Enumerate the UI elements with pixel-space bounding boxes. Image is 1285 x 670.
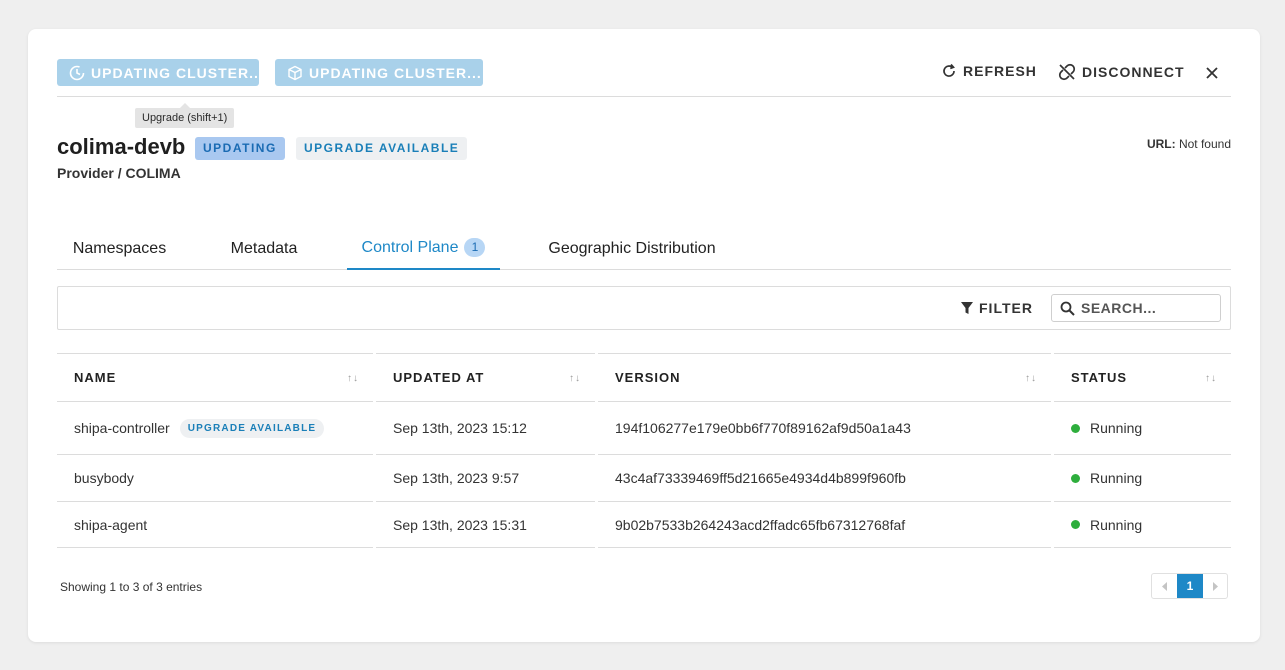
update-cluster-label: UPDATING CLUSTER... — [309, 64, 482, 81]
disconnect-label: DISCONNECT — [1082, 64, 1185, 80]
chevron-left-icon — [1161, 581, 1167, 591]
tab-geographic-distribution[interactable]: Geographic Distribution — [532, 227, 732, 270]
row-name: shipa-agent — [74, 516, 148, 533]
updated-cell: Sep 13th, 2023 9:57 — [376, 455, 595, 502]
name-cell: busybody — [57, 455, 373, 502]
status-dot-icon — [1071, 423, 1080, 433]
row-name: busybody — [74, 470, 134, 486]
upgrade-cluster-label: UPDATING CLUSTER.. — [91, 64, 259, 81]
update-cluster-button[interactable]: UPDATING CLUSTER... — [275, 59, 483, 86]
refresh-label: REFRESH — [963, 63, 1037, 79]
search-input[interactable] — [1081, 300, 1211, 316]
tab-bar: Namespaces Metadata Control Plane 1 Geogr… — [57, 227, 1231, 270]
filter-bar: FILTER — [57, 286, 1231, 330]
disconnect-button[interactable]: DISCONNECT — [1058, 63, 1185, 81]
provider-label: Provider / COLIMA — [57, 165, 181, 181]
status-text: Running — [1090, 516, 1143, 533]
refresh-button[interactable]: REFRESH — [941, 63, 1037, 79]
status-cell: Running — [1054, 455, 1231, 502]
upgrade-available-badge: UPGRADE AVAILABLE — [296, 137, 468, 160]
column-header-name[interactable]: NAME ↑↓ — [57, 353, 373, 402]
table-row[interactable]: busybody Sep 13th, 2023 9:57 43c4af73339… — [57, 455, 1231, 502]
version-cell: 9b02b7533b264243acd2ffadc65fb67312768faf — [598, 502, 1051, 548]
status-badge: UPDATING — [195, 137, 285, 160]
status-cell: Running — [1054, 502, 1231, 548]
status-cell: Running — [1054, 402, 1231, 455]
column-header-updated-at[interactable]: UPDATED AT ↑↓ — [376, 353, 595, 402]
entries-summary: Showing 1 to 3 of 3 entries — [60, 580, 203, 594]
column-header-status[interactable]: STATUS ↑↓ — [1054, 353, 1231, 402]
header-label: NAME — [74, 370, 117, 385]
unlink-icon — [1058, 63, 1076, 81]
name-cell: shipa-controller UPGRADE AVAILABLE — [57, 402, 373, 455]
header-label: VERSION — [615, 370, 681, 385]
status-text: Running — [1090, 470, 1143, 486]
sort-icon[interactable]: ↑↓ — [347, 373, 359, 384]
version-cell: 194f106277e179e0bb6f770f89162af9d50a1a43 — [598, 402, 1051, 455]
search-icon — [1060, 301, 1075, 316]
name-cell: shipa-agent — [57, 502, 373, 548]
upgrade-cluster-button[interactable]: UPDATING CLUSTER.. — [57, 59, 259, 86]
url-info: URL: Not found — [1147, 137, 1231, 151]
action-bar: UPDATING CLUSTER.. UPDATING CLUSTER... R… — [57, 59, 1231, 97]
filter-button[interactable]: FILTER — [961, 300, 1033, 316]
table-header: NAME ↑↓ UPDATED AT ↑↓ VERSION ↑↓ STATUS ↑↓ — [57, 353, 1231, 402]
close-icon — [1206, 67, 1218, 79]
upgrade-tooltip: Upgrade (shift+1) — [135, 103, 235, 128]
tab-label: Namespaces — [72, 239, 167, 257]
updated-cell: Sep 13th, 2023 15:12 — [376, 402, 595, 455]
column-header-version[interactable]: VERSION ↑↓ — [598, 353, 1051, 402]
table-row[interactable]: shipa-agent Sep 13th, 2023 15:31 9b02b75… — [57, 502, 1231, 548]
filter-label: FILTER — [979, 300, 1033, 316]
header-label: UPDATED AT — [393, 370, 485, 385]
table-row[interactable]: shipa-controller UPGRADE AVAILABLE Sep 13… — [57, 402, 1231, 455]
updated-cell: Sep 13th, 2023 15:31 — [376, 502, 595, 548]
tab-namespaces[interactable]: Namespaces — [57, 227, 182, 270]
tab-count-badge: 1 — [464, 238, 486, 257]
tab-label: Geographic Distribution — [548, 239, 716, 257]
tab-label: Control Plane — [361, 238, 459, 256]
cluster-detail-card: UPDATING CLUSTER.. UPDATING CLUSTER... R… — [28, 29, 1260, 642]
sort-icon[interactable]: ↑↓ — [1205, 373, 1217, 384]
url-label: URL: — [1146, 137, 1176, 151]
version-cell: 43c4af73339469ff5d21665e4934d4b899f960fb — [598, 455, 1051, 502]
control-plane-table: NAME ↑↓ UPDATED AT ↑↓ VERSION ↑↓ STATUS ↑↓ s… — [57, 353, 1231, 548]
tab-label: Metadata — [230, 239, 298, 257]
status-dot-icon — [1071, 520, 1080, 529]
close-button[interactable] — [1205, 66, 1219, 80]
tab-metadata[interactable]: Metadata — [214, 227, 314, 270]
sort-icon[interactable]: ↑↓ — [569, 373, 581, 384]
previous-page-button[interactable] — [1152, 574, 1177, 598]
page-number-button[interactable]: 1 — [1177, 574, 1203, 598]
sort-icon[interactable]: ↑↓ — [1025, 373, 1037, 384]
pagination: 1 — [1151, 573, 1228, 599]
cluster-name: colima-devb — [57, 134, 186, 159]
search-box — [1051, 294, 1221, 322]
cube-icon — [288, 65, 302, 80]
next-page-button[interactable] — [1202, 574, 1227, 598]
funnel-icon — [961, 301, 973, 314]
upgrade-available-badge: UPGRADE AVAILABLE — [179, 418, 325, 438]
status-text: Running — [1090, 420, 1143, 436]
status-dot-icon — [1071, 473, 1080, 483]
upgrade-icon — [69, 65, 85, 80]
refresh-icon — [943, 63, 955, 77]
url-value: Not found — [1178, 137, 1231, 151]
chevron-right-icon — [1212, 581, 1218, 591]
tab-control-plane[interactable]: Control Plane 1 — [347, 227, 500, 270]
header-label: STATUS — [1071, 370, 1128, 385]
row-name: shipa-controller — [74, 420, 170, 436]
